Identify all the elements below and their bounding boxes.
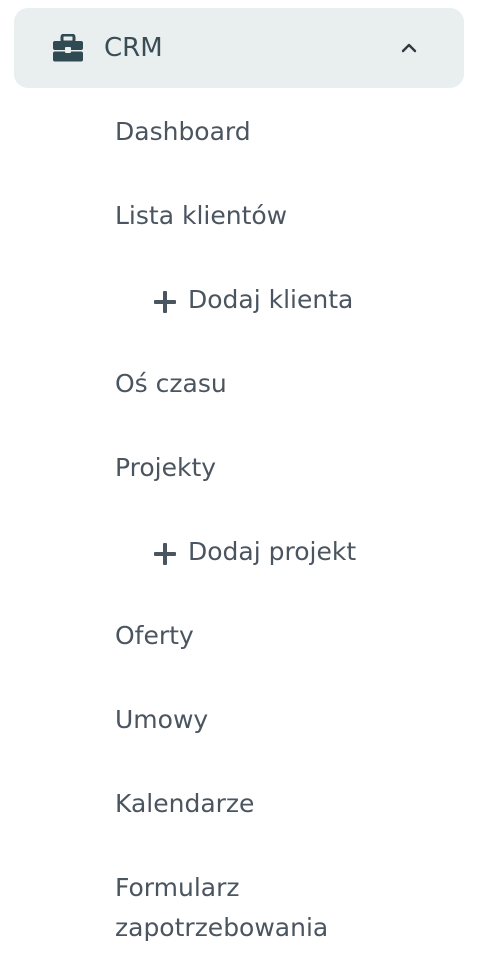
menu-item-projekty[interactable]: Projekty [115,448,216,488]
plus-icon [152,287,178,313]
plus-icon [152,539,178,565]
menu-item-dashboard[interactable]: Dashboard [115,112,251,152]
menu-item-dodaj-projekt[interactable]: Dodaj projekt [152,532,356,572]
briefcase-icon [52,33,84,62]
chevron-up-icon[interactable] [398,38,420,58]
crm-group-toggle[interactable]: CRM [14,8,464,88]
menu-item-label: Dodaj klienta [188,285,354,314]
menu-item-formularz-zapotrzebowania[interactable]: Formularz zapotrzebowania [115,868,415,948]
menu-item-umowy[interactable]: Umowy [115,700,208,740]
menu-item-os-czasu[interactable]: Oś czasu [115,364,227,404]
menu-item-dodaj-klienta[interactable]: Dodaj klienta [152,280,353,320]
menu-item-kalendarze[interactable]: Kalendarze [115,784,254,824]
crm-group-label: CRM [104,33,163,63]
menu-item-label: Dodaj projekt [188,537,357,566]
menu-item-lista-klientow[interactable]: Lista klientów [115,196,287,236]
sidebar-crm-menu: CRM Dashboard Lista klientów Dodaj klien… [0,0,480,972]
menu-item-oferty[interactable]: Oferty [115,616,194,656]
